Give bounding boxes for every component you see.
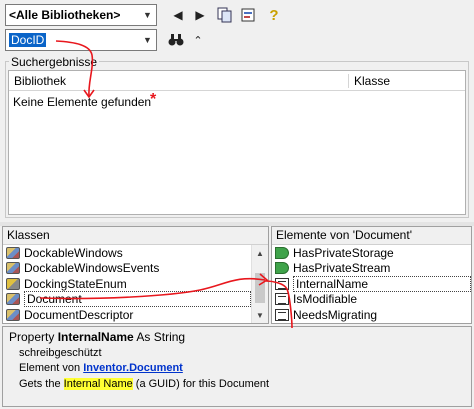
library-link[interactable]: Inventor bbox=[83, 362, 126, 374]
details-readonly: schreibgeschützt bbox=[19, 346, 102, 359]
details-member-of: Element von Inventor.Document bbox=[19, 362, 183, 374]
list-item-selected[interactable]: InternalName bbox=[272, 275, 471, 292]
list-item[interactable]: IsModifiable bbox=[272, 292, 471, 308]
search-combo[interactable]: DocID ▼ bbox=[5, 29, 157, 51]
classes-list[interactable]: DockableWindows DockableWindowsEvents Do… bbox=[3, 245, 251, 323]
property-icon bbox=[275, 293, 289, 306]
property-icon bbox=[275, 308, 289, 321]
class-icon bbox=[6, 246, 20, 259]
members-header: Elemente von 'Document' bbox=[272, 227, 471, 245]
library-combo-value: <Alle Bibliotheken> bbox=[9, 8, 121, 22]
list-item[interactable]: DockableWindowsEvents bbox=[3, 261, 251, 277]
details-signature: Property InternalName As String bbox=[9, 330, 186, 344]
method-icon bbox=[275, 246, 289, 259]
binoculars-icon[interactable] bbox=[166, 30, 186, 50]
list-item[interactable]: HasPrivateStream bbox=[272, 261, 471, 277]
highlighted-text: Internal Name bbox=[63, 377, 133, 390]
chevron-down-icon[interactable]: ▼ bbox=[139, 30, 156, 50]
classes-scrollbar[interactable]: ▲ ▼ bbox=[251, 245, 268, 323]
classes-panel: Klassen DockableWindows DockableWindowsE… bbox=[2, 226, 269, 324]
search-results-header: Bibliothek Klasse bbox=[9, 71, 465, 91]
class-icon bbox=[6, 262, 20, 275]
collapse-icon[interactable]: ⌃ bbox=[188, 30, 208, 50]
list-item[interactable]: DockingStateEnum bbox=[3, 276, 251, 292]
search-results-title: Suchergebnisse bbox=[9, 55, 100, 69]
search-results-list[interactable]: Bibliothek Klasse Keine Elemente gefunde… bbox=[8, 70, 466, 215]
details-member-name: InternalName bbox=[57, 330, 134, 344]
column-header-bibliothek[interactable]: Bibliothek bbox=[9, 73, 349, 88]
members-list[interactable]: HasPrivateStorage HasPrivateStream Inter… bbox=[272, 245, 471, 323]
class-link[interactable]: Document bbox=[129, 362, 183, 374]
class-icon bbox=[6, 308, 20, 321]
list-item[interactable]: HasPrivateStorage bbox=[272, 245, 471, 261]
property-icon bbox=[275, 277, 289, 290]
column-header-klasse[interactable]: Klasse bbox=[349, 74, 390, 88]
chevron-down-icon[interactable]: ▼ bbox=[139, 5, 156, 25]
list-item[interactable]: DocumentDescriptor bbox=[3, 307, 251, 323]
empty-message: Keine Elemente gefunden bbox=[13, 95, 152, 109]
help-icon[interactable]: ? bbox=[264, 5, 284, 25]
list-item[interactable]: NeedsMigrating bbox=[272, 307, 471, 323]
class-icon bbox=[6, 293, 20, 306]
details-pane: Property InternalName As String schreibg… bbox=[2, 326, 472, 407]
forward-icon[interactable]: ▶ bbox=[190, 5, 210, 25]
enum-icon bbox=[6, 277, 20, 290]
scroll-up-icon[interactable]: ▲ bbox=[252, 245, 268, 261]
list-item-selected[interactable]: Document bbox=[3, 291, 251, 308]
members-panel: Elemente von 'Document' HasPrivateStorag… bbox=[271, 226, 472, 324]
copy-icon[interactable] bbox=[215, 5, 235, 25]
search-input[interactable]: DocID bbox=[9, 33, 47, 47]
view-definition-icon[interactable] bbox=[239, 5, 259, 25]
library-combo[interactable]: <Alle Bibliotheken> ▼ bbox=[5, 4, 157, 26]
method-icon bbox=[275, 262, 289, 275]
scroll-down-icon[interactable]: ▼ bbox=[252, 307, 268, 323]
list-item[interactable]: DockableWindows bbox=[3, 245, 251, 261]
scroll-thumb[interactable] bbox=[255, 273, 265, 303]
classes-header: Klassen bbox=[3, 227, 268, 245]
back-icon[interactable]: ◀ bbox=[168, 5, 188, 25]
details-description: Gets the Internal Name (a GUID) for this… bbox=[19, 377, 270, 390]
